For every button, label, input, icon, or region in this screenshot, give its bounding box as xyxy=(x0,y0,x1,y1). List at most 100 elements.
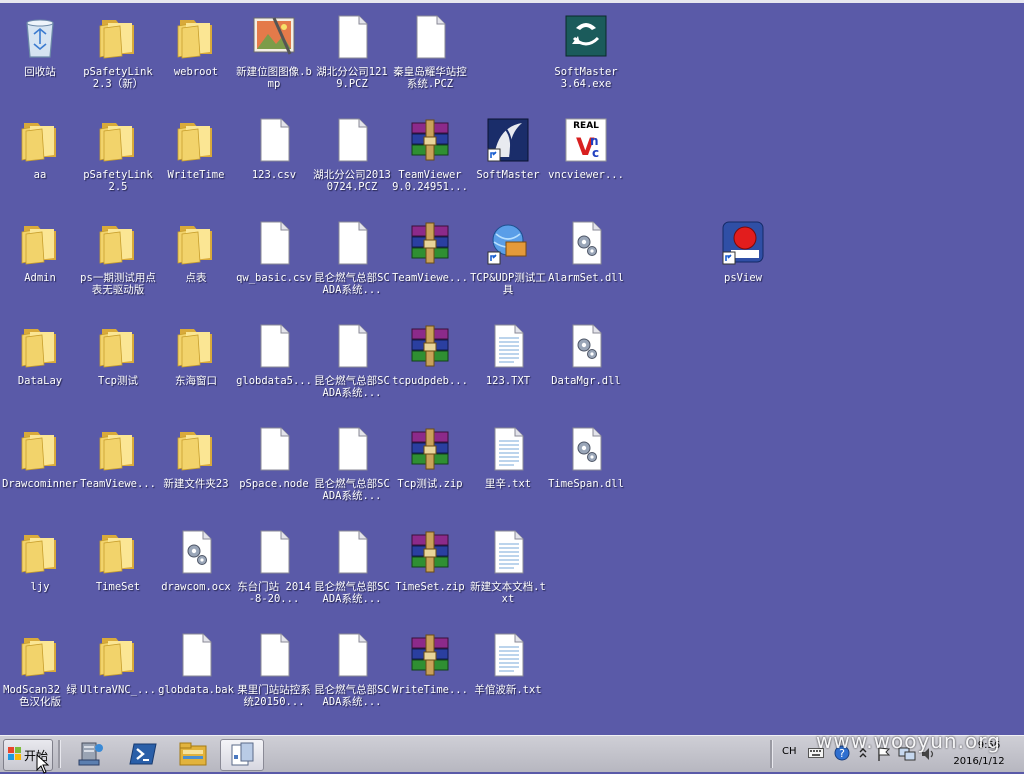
desktop-icon-label: TeamViewe... xyxy=(80,478,156,490)
desktop-icon-label: pSafetyLink 2.5 xyxy=(83,169,153,193)
dll-icon xyxy=(562,426,610,472)
desktop-icon-vnc[interactable]: REAL V n c vncviewer... xyxy=(547,103,625,199)
desktop-icon-folder[interactable]: ljy xyxy=(1,515,79,611)
softmaster-exe-icon xyxy=(562,14,610,60)
taskbar-explorer-button[interactable] xyxy=(172,738,214,770)
desktop-icon-folder[interactable]: webroot xyxy=(157,0,235,96)
desktop-icon-label: 东台门站 2014-8-20... xyxy=(237,581,311,605)
desktop-icon-label: ps一期测试用点表无驱动版 xyxy=(80,272,156,296)
desktop-icon-folder[interactable]: UltraVNC_... xyxy=(79,618,157,714)
desktop-icon-file[interactable]: globdata5... xyxy=(235,309,313,405)
desktop-icon-folder[interactable]: ps一期测试用点表无驱动版 xyxy=(79,206,157,302)
desktop-icon-dll[interactable]: DataMgr.dll xyxy=(547,309,625,405)
desktop-icon-label: 点表 xyxy=(185,272,207,284)
desktop-icon-label: tcpudpdeb... xyxy=(392,375,468,387)
taskbar-active-window-button[interactable] xyxy=(220,739,264,771)
folder-icon xyxy=(16,220,64,266)
desktop-icon-file[interactable]: 昆仑燃气总部SCADA系统... xyxy=(313,206,391,302)
folder-icon xyxy=(94,632,142,678)
desktop-icon-label: DataMgr.dll xyxy=(551,375,621,387)
watermark: www.wooyun.org xyxy=(816,729,1001,753)
input-language-indicator[interactable]: CH xyxy=(782,746,797,757)
desktop-icon-file[interactable]: 昆仑燃气总部SCADA系统... xyxy=(313,515,391,611)
desktop-icon-label: TeamViewe... xyxy=(392,272,468,284)
desktop-icon-label: 里辛.txt xyxy=(484,478,532,490)
desktop-icon-file[interactable]: 123.csv xyxy=(235,103,313,199)
desktop-icon-label: ljy xyxy=(30,581,50,593)
desktop-icon-file[interactable]: pSpace.node xyxy=(235,412,313,508)
server-manager-icon xyxy=(78,742,103,766)
desktop-icon-file[interactable]: 昆仑燃气总部SCADA系统... xyxy=(313,309,391,405)
desktop-icon-rar[interactable]: tcpudpdeb... xyxy=(391,309,469,405)
taskbar-server-manager-button[interactable] xyxy=(70,738,112,770)
desktop-icon-dll[interactable]: TimeSpan.dll xyxy=(547,412,625,508)
desktop-icon-rar[interactable]: TeamViewe... xyxy=(391,206,469,302)
folder-icon xyxy=(94,426,142,472)
folder-icon xyxy=(94,323,142,369)
folder-icon xyxy=(16,117,64,163)
desktop-icon-label: AlarmSet.dll xyxy=(548,272,624,284)
desktop-icon-folder[interactable]: pSafetyLink 2.5 xyxy=(79,103,157,199)
desktop-icon-folder[interactable]: ModScan32 绿色汉化版 xyxy=(1,618,79,714)
txt-icon xyxy=(484,426,532,472)
desktop-icon-softmaster-exe[interactable]: SoftMaster 3.64.exe xyxy=(547,0,625,96)
desktop-icon-folder[interactable]: Drawcominner xyxy=(1,412,79,508)
desktop-icon-txt[interactable]: 新建文本文档.txt xyxy=(469,515,547,611)
desktop-icon-label: 123.csv xyxy=(251,169,297,181)
desktop-icon-label: psView xyxy=(724,272,762,284)
file-icon xyxy=(250,323,298,369)
clock-date[interactable]: 2016/1/12 xyxy=(942,756,1016,767)
desktop-icon-folder[interactable]: TimeSet xyxy=(79,515,157,611)
desktop-icon-folder[interactable]: pSafetyLink 2.3（新） xyxy=(79,0,157,96)
desktop-icon-file[interactable]: globdata.bak xyxy=(157,618,235,714)
mouse-cursor-icon xyxy=(36,754,50,774)
desktop-icon-folder[interactable]: Tcp测试 xyxy=(79,309,157,405)
desktop-icon-file[interactable]: 湖北分公司1219.PCZ xyxy=(313,0,391,96)
file-icon xyxy=(328,14,376,60)
desktop-icon-folder[interactable]: 新建文件夹23 xyxy=(157,412,235,508)
desktop-icon-file[interactable]: qw_basic.csv xyxy=(235,206,313,302)
desktop-icon-bmp[interactable]: 新建位图图像.bmp xyxy=(235,0,313,96)
desktop-icon-folder[interactable]: DataLay xyxy=(1,309,79,405)
dll-icon xyxy=(562,323,610,369)
desktop-icon-tcpudp[interactable]: TCP&UDP测试工具 xyxy=(469,206,547,302)
desktop-icon-label: pSafetyLink 2.3（新） xyxy=(83,66,153,90)
desktop-icon-file[interactable]: 果里门站站控系统20150... xyxy=(235,618,313,714)
desktop-icon-rar[interactable]: WriteTime... xyxy=(391,618,469,714)
desktop-icon-file[interactable]: 东台门站 2014-8-20... xyxy=(235,515,313,611)
desktop-icon-label: TimeSet.zip xyxy=(395,581,465,593)
desktop-icon-dll[interactable]: AlarmSet.dll xyxy=(547,206,625,302)
desktop[interactable]: 回收站 aa Admin DataLay Drawcominner ljy Mo… xyxy=(0,0,1024,735)
folder-icon xyxy=(172,14,220,60)
desktop-icon-label: 123.TXT xyxy=(485,375,531,387)
desktop-icon-dll[interactable]: drawcom.ocx xyxy=(157,515,235,611)
desktop-icon-file[interactable]: 昆仑燃气总部SCADA系统... xyxy=(313,618,391,714)
file-icon xyxy=(172,632,220,678)
vnc-icon: REAL V n c xyxy=(562,117,610,163)
desktop-icon-label: WriteTime... xyxy=(392,684,468,696)
desktop-icon-rar[interactable]: TimeSet.zip xyxy=(391,515,469,611)
desktop-icon-softmaster-shortcut[interactable]: SoftMaster xyxy=(469,103,547,199)
desktop-icon-rar[interactable]: TeamViewer 9.0.24951... xyxy=(391,103,469,199)
desktop-icon-txt[interactable]: 羊倌波新.txt xyxy=(469,618,547,714)
desktop-icon-file[interactable]: 秦皇岛耀华站控系统.PCZ xyxy=(391,0,469,96)
folder-icon xyxy=(94,220,142,266)
desktop-icon-txt[interactable]: 123.TXT xyxy=(469,309,547,405)
desktop-icon-txt[interactable]: 里辛.txt xyxy=(469,412,547,508)
recycle-icon xyxy=(16,14,64,60)
desktop-icon-recycle[interactable]: 回收站 xyxy=(1,0,79,96)
desktop-icon-folder[interactable]: Admin xyxy=(1,206,79,302)
desktop-icon-psview[interactable]: psView xyxy=(704,206,782,302)
desktop-icon-folder[interactable]: 点表 xyxy=(157,206,235,302)
desktop-icon-rar[interactable]: Tcp测试.zip xyxy=(391,412,469,508)
desktop-icon-folder[interactable]: aa xyxy=(1,103,79,199)
desktop-icon-label: qw_basic.csv xyxy=(236,272,312,284)
desktop-icon-folder[interactable]: TeamViewe... xyxy=(79,412,157,508)
desktop-icon-file[interactable]: 湖北分公司20130724.PCZ xyxy=(313,103,391,199)
taskbar-powershell-button[interactable] xyxy=(122,738,164,770)
folder-icon xyxy=(172,117,220,163)
desktop-icon-folder[interactable]: 东海窗口 xyxy=(157,309,235,405)
desktop-icon-folder[interactable]: WriteTime xyxy=(157,103,235,199)
rar-icon xyxy=(406,529,454,575)
desktop-icon-file[interactable]: 昆仑燃气总部SCADA系统... xyxy=(313,412,391,508)
